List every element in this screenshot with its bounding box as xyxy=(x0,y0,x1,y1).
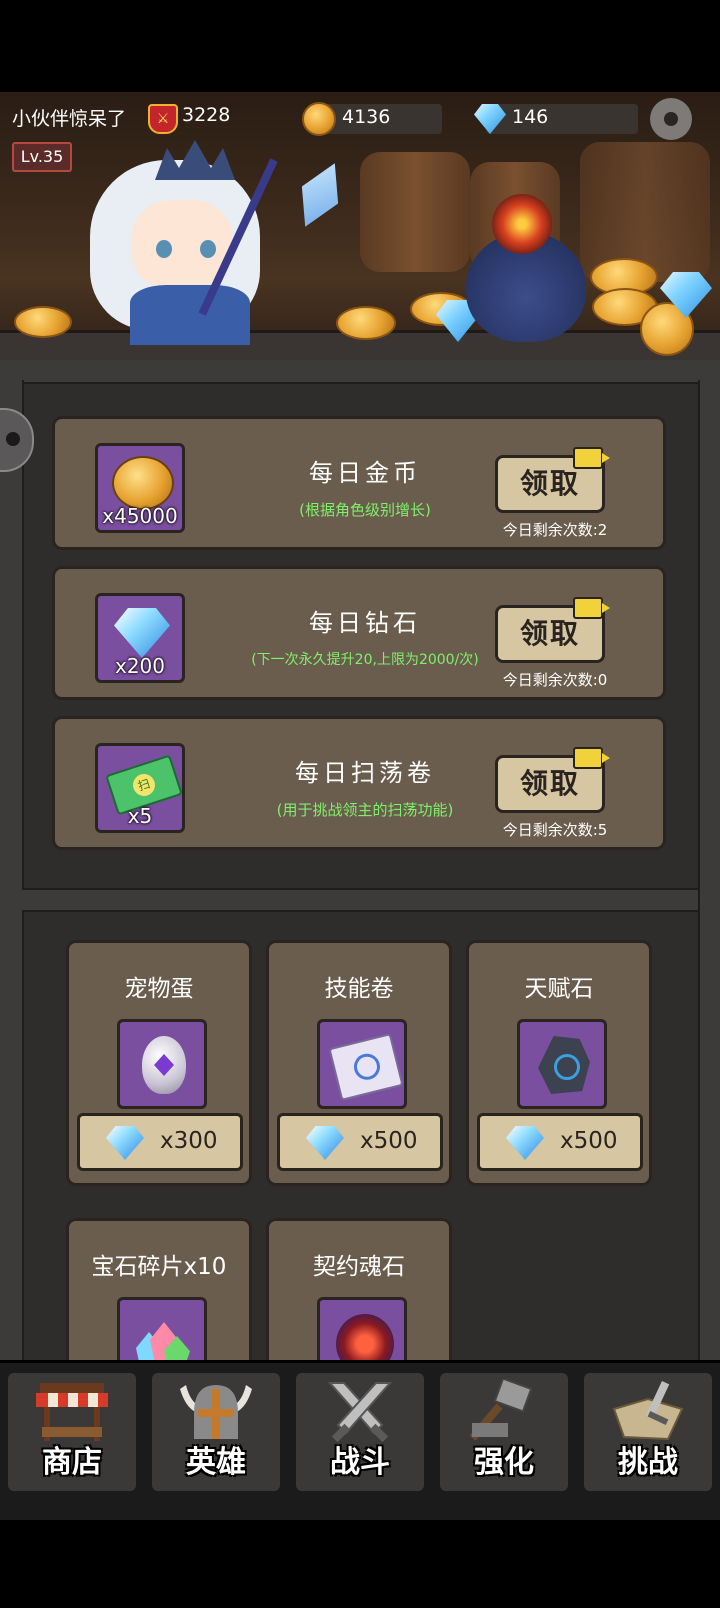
hammer-icon xyxy=(469,1379,533,1441)
nav-label: 商店 xyxy=(42,1445,102,1480)
reward-quantity: x5 xyxy=(127,804,153,828)
gem-amount: 146 xyxy=(512,106,549,128)
reward-title: 每日扫荡卷 xyxy=(295,759,435,787)
pet-egg-icon xyxy=(142,1036,186,1094)
reward-subtitle: (根据角色级别增长) xyxy=(299,501,431,519)
reward-title: 每日金币 xyxy=(309,459,421,487)
crown-icon xyxy=(155,140,235,180)
fire-orb-decoration xyxy=(492,194,552,254)
combat-power-icon: ⚔ xyxy=(148,104,178,134)
nav-label: 英雄 xyxy=(186,1445,246,1480)
video-ad-icon xyxy=(573,447,610,469)
daily-sweep-card: 扫 x5 每日扫荡卷 (用于挑战领主的扫荡功能) 领取 今日剩余次数:5 xyxy=(52,716,666,850)
level-badge: Lv.35 xyxy=(12,142,72,172)
barrel-decoration xyxy=(580,142,710,282)
reward-title: 每日钻石 xyxy=(309,609,421,637)
gem-bar[interactable] xyxy=(486,104,638,134)
diamond-icon xyxy=(306,1126,344,1160)
coin-pile-decoration xyxy=(14,306,72,338)
remaining-count: 今日剩余次数:5 xyxy=(502,821,608,839)
gold-coin-icon xyxy=(302,102,336,136)
gold-coin-icon xyxy=(112,456,174,510)
shop-item-talent-stone[interactable]: 天赋石 x500 xyxy=(466,940,652,1186)
diamond-icon xyxy=(106,1126,144,1160)
shop-item-pet-egg[interactable]: 宠物蛋 x300 xyxy=(66,940,252,1186)
shop-item-title: 契约魂石 xyxy=(313,1254,405,1280)
reward-quantity: x45000 xyxy=(102,504,178,528)
combat-power-value: 3228 xyxy=(182,104,231,126)
daily-diamond-card: x200 每日钻石 (下一次永久提升20,上限为2000/次) 领取 今日剩余次… xyxy=(52,566,666,700)
daily-diamond-slot: x200 xyxy=(95,593,185,683)
talent-stone-icon xyxy=(538,1036,590,1094)
shop-item-gem-shard[interactable]: 宝石碎片x10 xyxy=(66,1218,252,1360)
remaining-count: 今日剩余次数:2 xyxy=(502,521,608,539)
price-label: x300 xyxy=(160,1128,218,1154)
daily-sweep-slot: 扫 x5 xyxy=(95,743,185,833)
shop-item-title: 宠物蛋 xyxy=(124,976,194,1002)
video-ad-icon xyxy=(573,747,610,769)
map-sword-icon xyxy=(612,1380,684,1441)
coin-pile-decoration xyxy=(336,306,396,340)
price-label: x500 xyxy=(360,1128,418,1154)
status-bar-area xyxy=(0,0,720,92)
reward-quantity: x200 xyxy=(114,654,165,678)
crossed-swords-icon xyxy=(327,1382,393,1443)
shop-item-title: 宝石碎片x10 xyxy=(91,1254,227,1280)
diamond-icon xyxy=(506,1126,544,1160)
shop-item-slot xyxy=(117,1297,207,1360)
nav-label: 强化 xyxy=(474,1445,534,1480)
shop-stall-icon xyxy=(36,1383,108,1441)
diamond-icon xyxy=(114,608,170,658)
price-label: x500 xyxy=(560,1128,618,1154)
nav-battle[interactable]: 战斗 xyxy=(296,1373,424,1491)
skill-scroll-icon xyxy=(328,1033,404,1101)
frame-left xyxy=(0,380,24,1360)
buy-talent-stone-button[interactable]: x500 xyxy=(477,1113,643,1171)
shop-item-slot xyxy=(517,1019,607,1109)
gem-shard-icon xyxy=(136,1322,192,1360)
nav-enhance[interactable]: 强化 xyxy=(440,1373,568,1491)
barrel-decoration xyxy=(360,152,470,272)
frame-ledge xyxy=(0,360,720,384)
shop-item-slot xyxy=(317,1019,407,1109)
buy-skill-scroll-button[interactable]: x500 xyxy=(277,1113,443,1171)
nav-shop[interactable]: 商店 xyxy=(8,1373,136,1491)
daily-gold-slot: x45000 xyxy=(95,443,185,533)
video-ad-icon xyxy=(573,597,610,619)
shop-item-slot xyxy=(117,1019,207,1109)
player-nickname[interactable]: 小伙伴惊呆了 xyxy=(12,104,126,131)
frame-divider xyxy=(22,888,698,912)
contract-soulstone-icon xyxy=(336,1314,394,1360)
nav-hero[interactable]: 英雄 xyxy=(152,1373,280,1491)
nav-label: 挑战 xyxy=(618,1445,678,1480)
shop-item-slot xyxy=(317,1297,407,1360)
hero-portrait xyxy=(60,130,280,350)
bottom-nav: 商店 英雄 战斗 强化 挑战 xyxy=(0,1360,720,1523)
frame-right xyxy=(698,380,720,1360)
nav-challenge[interactable]: 挑战 xyxy=(584,1373,712,1491)
nav-label: 战斗 xyxy=(330,1445,390,1480)
reward-subtitle: (下一次永久提升20,上限为2000/次) xyxy=(251,652,479,668)
daily-gold-card: x45000 每日金币 (根据角色级别增长) 领取 今日剩余次数:2 xyxy=(52,416,666,550)
settings-gear-icon[interactable] xyxy=(650,98,692,140)
reward-subtitle: (用于挑战领主的扫荡功能) xyxy=(276,801,454,819)
shop-item-contract-soulstone[interactable]: 契约魂石 xyxy=(266,1218,452,1360)
shop-item-title: 技能卷 xyxy=(324,976,394,1002)
viking-helmet-icon xyxy=(180,1385,252,1439)
remaining-count: 今日剩余次数:0 xyxy=(502,671,608,689)
system-nav-area xyxy=(0,1520,720,1608)
shop-item-title: 天赋石 xyxy=(524,976,594,1002)
buy-pet-egg-button[interactable]: x300 xyxy=(77,1113,243,1171)
shop-item-skill-scroll[interactable]: 技能卷 x500 xyxy=(266,940,452,1186)
gold-amount: 4136 xyxy=(342,106,391,128)
